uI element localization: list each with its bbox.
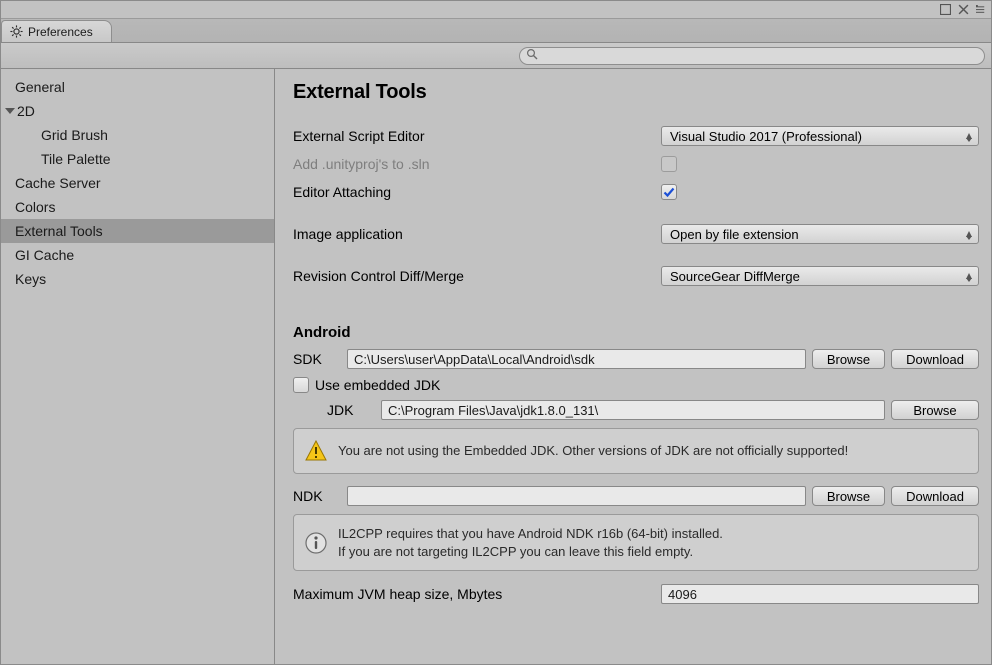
sidebar-item-label: Cache Server bbox=[15, 175, 101, 191]
content-pane: External Tools External Script Editor Vi… bbox=[275, 69, 991, 664]
select-image-application[interactable]: Open by file extension bbox=[661, 224, 979, 244]
label-ndk: NDK bbox=[293, 488, 341, 504]
sidebar-item-label: Grid Brush bbox=[41, 127, 108, 143]
row-add-unityproj: Add .unityproj's to .sln bbox=[293, 150, 979, 178]
label-add-unityproj: Add .unityproj's to .sln bbox=[293, 156, 661, 172]
input-heap[interactable] bbox=[661, 584, 979, 604]
row-revision-control: Revision Control Diff/Merge SourceGear D… bbox=[293, 262, 979, 290]
button-sdk-browse[interactable]: Browse bbox=[812, 349, 885, 369]
sidebar: General 2D Grid Brush Tile Palette Cache… bbox=[1, 69, 275, 664]
notice-il2cpp: IL2CPP requires that you have Android ND… bbox=[293, 514, 979, 571]
row-heap: Maximum JVM heap size, Mbytes bbox=[293, 581, 979, 607]
select-value: SourceGear DiffMerge bbox=[670, 269, 800, 284]
label-embedded-jdk: Use embedded JDK bbox=[315, 377, 440, 393]
checkbox-editor-attaching[interactable] bbox=[661, 184, 677, 200]
sidebar-item-colors[interactable]: Colors bbox=[1, 195, 274, 219]
button-ndk-download[interactable]: Download bbox=[891, 486, 979, 506]
tab-preferences[interactable]: Preferences bbox=[1, 20, 112, 42]
row-editor-attaching: Editor Attaching bbox=[293, 178, 979, 206]
tab-label: Preferences bbox=[28, 25, 93, 39]
sidebar-item-label: GI Cache bbox=[15, 247, 74, 263]
sidebar-item-label: General bbox=[15, 79, 65, 95]
sidebar-item-gi-cache[interactable]: GI Cache bbox=[1, 243, 274, 267]
search-box[interactable] bbox=[519, 47, 985, 65]
label-revision-control: Revision Control Diff/Merge bbox=[293, 268, 661, 284]
sidebar-item-keys[interactable]: Keys bbox=[1, 267, 274, 291]
sidebar-item-label: External Tools bbox=[15, 223, 103, 239]
label-heap: Maximum JVM heap size, Mbytes bbox=[293, 586, 661, 602]
label-sdk: SDK bbox=[293, 351, 341, 367]
select-value: Visual Studio 2017 (Professional) bbox=[670, 129, 862, 144]
il2cpp-line-1: IL2CPP requires that you have Android ND… bbox=[338, 525, 723, 543]
body: General 2D Grid Brush Tile Palette Cache… bbox=[1, 69, 991, 664]
preferences-window: Preferences General 2D Grid Brush Tile P… bbox=[0, 0, 992, 665]
sidebar-item-general[interactable]: General bbox=[1, 75, 274, 99]
input-jdk-path[interactable] bbox=[381, 400, 885, 420]
label-external-script-editor: External Script Editor bbox=[293, 128, 661, 144]
sidebar-item-label: Colors bbox=[15, 199, 55, 215]
notice-text: You are not using the Embedded JDK. Othe… bbox=[338, 442, 848, 460]
sidebar-item-2d[interactable]: 2D bbox=[1, 99, 274, 123]
sidebar-item-label: Keys bbox=[15, 271, 46, 287]
input-sdk-path[interactable] bbox=[347, 349, 806, 369]
row-jdk: JDK Browse bbox=[293, 398, 979, 422]
check-icon bbox=[663, 186, 675, 198]
button-ndk-browse[interactable]: Browse bbox=[812, 486, 885, 506]
label-editor-attaching: Editor Attaching bbox=[293, 184, 661, 200]
sidebar-item-external-tools[interactable]: External Tools bbox=[1, 219, 274, 243]
label-image-application: Image application bbox=[293, 226, 661, 242]
notice-jdk-warning: You are not using the Embedded JDK. Othe… bbox=[293, 428, 979, 474]
gear-icon bbox=[10, 25, 23, 38]
sidebar-item-label: Tile Palette bbox=[41, 151, 111, 167]
sidebar-item-cache-server[interactable]: Cache Server bbox=[1, 171, 274, 195]
sidebar-item-label: 2D bbox=[17, 103, 35, 119]
page-title: External Tools bbox=[293, 81, 979, 104]
input-ndk-path[interactable] bbox=[347, 486, 806, 506]
row-embedded-jdk: Use embedded JDK bbox=[293, 374, 979, 396]
checkbox-embedded-jdk[interactable] bbox=[293, 377, 309, 393]
detach-icon[interactable] bbox=[940, 4, 951, 15]
search-input[interactable] bbox=[542, 49, 978, 63]
row-image-application: Image application Open by file extension bbox=[293, 220, 979, 248]
info-icon bbox=[304, 531, 328, 555]
sidebar-item-tile-palette[interactable]: Tile Palette bbox=[1, 147, 274, 171]
row-ndk: NDK Browse Download bbox=[293, 484, 979, 508]
row-sdk: SDK Browse Download bbox=[293, 347, 979, 371]
checkbox-add-unityproj bbox=[661, 156, 677, 172]
section-android: Android bbox=[293, 324, 979, 341]
close-icon[interactable] bbox=[958, 4, 969, 15]
select-revision-control[interactable]: SourceGear DiffMerge bbox=[661, 266, 979, 286]
sidebar-item-grid-brush[interactable]: Grid Brush bbox=[1, 123, 274, 147]
label-jdk: JDK bbox=[293, 402, 375, 418]
select-value: Open by file extension bbox=[670, 227, 799, 242]
warning-icon bbox=[304, 439, 328, 463]
menu-icon[interactable] bbox=[976, 4, 987, 15]
button-sdk-download[interactable]: Download bbox=[891, 349, 979, 369]
notice-text: IL2CPP requires that you have Android ND… bbox=[338, 525, 723, 560]
select-external-script-editor[interactable]: Visual Studio 2017 (Professional) bbox=[661, 126, 979, 146]
search-row bbox=[1, 43, 991, 69]
search-icon bbox=[526, 48, 538, 63]
button-jdk-browse[interactable]: Browse bbox=[891, 400, 979, 420]
window-titlebar bbox=[1, 1, 991, 19]
chevron-down-icon bbox=[5, 108, 15, 114]
il2cpp-line-2: If you are not targeting IL2CPP you can … bbox=[338, 543, 723, 561]
tab-strip: Preferences bbox=[1, 19, 991, 43]
row-external-script-editor: External Script Editor Visual Studio 201… bbox=[293, 122, 979, 150]
